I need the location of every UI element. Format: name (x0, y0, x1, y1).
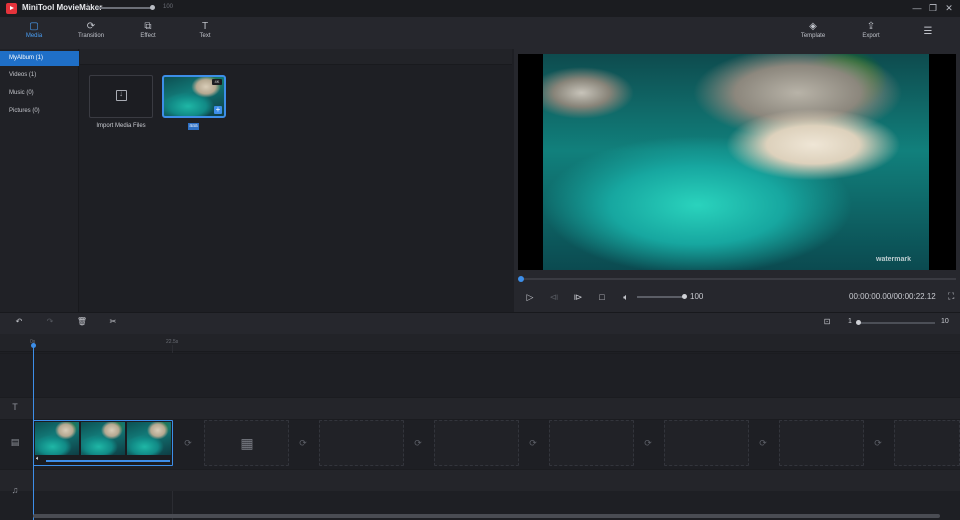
sidebar-item-pictures[interactable]: Pictures (0) (0, 104, 79, 119)
timeline-video-clip[interactable]: 🔈︎ (33, 420, 173, 466)
video-preview-image (543, 54, 929, 270)
timeline-zoom-handle[interactable] (856, 320, 861, 325)
playhead[interactable] (33, 345, 34, 520)
app-logo-icon (6, 3, 17, 14)
empty-clip-slot[interactable] (664, 420, 749, 466)
tab-transition-label: Transition (77, 33, 105, 39)
restore-button[interactable]: ❐ (926, 2, 940, 15)
sidebar-item-myalbum[interactable]: MyAlbum (1) (0, 51, 79, 66)
effect-icon: ⧉ (144, 21, 152, 32)
timecode: 00:00:00.00/00:00:22.12 (849, 292, 936, 301)
clip-frame-thumbnail (127, 422, 171, 455)
size-min-label: 1 (86, 4, 90, 10)
playback-progress-bar[interactable] (522, 278, 956, 280)
export-icon: ⇪ (866, 21, 876, 32)
sidebar-item-music[interactable]: Music (0) (0, 86, 79, 101)
thumbnail-size-handle[interactable] (150, 5, 155, 10)
stop-icon[interactable]: □ (596, 291, 608, 303)
clip-frame-thumbnail (35, 422, 79, 455)
thumbnail-size-slider[interactable] (96, 7, 152, 9)
volume-value: 100 (690, 292, 704, 301)
split-icon[interactable]: ✂ (107, 316, 119, 328)
watermark-text: watermark (876, 256, 912, 263)
template-button[interactable]: ◈ Template (790, 17, 836, 49)
video-track-icon: ▤ (10, 437, 20, 447)
previous-frame-icon[interactable]: ⧏ (548, 291, 560, 303)
play-icon[interactable]: ▷ (524, 291, 536, 303)
media-clip-thumbnail[interactable]: 4K + (162, 75, 226, 118)
text-track-icon: T (12, 402, 18, 412)
empty-clip-slot[interactable] (779, 420, 864, 466)
transition-slot-icon[interactable]: ⟳ (411, 436, 425, 450)
import-icon (116, 89, 127, 101)
timeline-toolbar (0, 312, 960, 334)
tab-text-label: Text (199, 33, 211, 39)
volume-slider[interactable] (637, 296, 685, 298)
zoom-max-label: 10 (941, 318, 949, 325)
empty-track-area (0, 353, 960, 397)
next-frame-icon[interactable]: ⧐ (572, 291, 584, 303)
close-button[interactable]: ✕ (942, 2, 956, 15)
film-placeholder-icon: ▦ (240, 435, 254, 451)
app-title: MiniTool MovieMaker (22, 3, 103, 12)
timeline-zoom-slider[interactable] (857, 322, 935, 324)
empty-clip-slot[interactable] (549, 420, 634, 466)
thumbnail-size-bar (80, 49, 512, 65)
import-media-button[interactable] (89, 75, 153, 118)
resolution-badge: 4K (212, 79, 222, 85)
export-button[interactable]: ⇪ Export (848, 17, 894, 49)
media-icon: ▢ (29, 21, 39, 32)
menu-icon: ☰ (923, 26, 933, 37)
export-label: Export (862, 33, 880, 39)
add-to-timeline-icon[interactable]: + (214, 106, 222, 114)
text-track[interactable] (0, 397, 960, 419)
music-track[interactable] (0, 469, 960, 491)
main-toolbar: ▢ Media ⟳ Transition ⧉ Effect T Text ◈ T… (0, 17, 960, 49)
import-media-label: Import Media Files (96, 123, 146, 129)
template-icon: ◈ (809, 21, 817, 32)
text-icon: T (201, 21, 209, 32)
fit-timeline-icon[interactable]: ⊡ (821, 316, 833, 328)
redo-icon[interactable]: ↷ (44, 316, 56, 328)
timeline-ruler[interactable] (0, 334, 960, 352)
template-label: Template (800, 33, 826, 39)
tab-transition[interactable]: ⟳ Transition (68, 17, 114, 49)
undo-icon[interactable]: ↶ (13, 316, 25, 328)
tab-text[interactable]: T Text (182, 17, 228, 49)
tab-media[interactable]: ▢ Media (11, 17, 57, 49)
music-track-icon: ♫ (11, 485, 19, 495)
transition-slot-icon[interactable]: ⟳ (871, 436, 885, 450)
transition-slot-icon[interactable]: ⟳ (756, 436, 770, 450)
playback-progress-handle[interactable] (518, 276, 524, 282)
transition-slot-icon[interactable]: ⟳ (181, 436, 195, 450)
tab-effect[interactable]: ⧉ Effect (125, 17, 171, 49)
playhead-handle[interactable] (31, 343, 36, 348)
zoom-min-label: 1 (848, 318, 852, 325)
empty-clip-slot[interactable] (894, 420, 960, 466)
minimize-button[interactable]: — (910, 2, 924, 15)
transition-slot-icon[interactable]: ⟳ (296, 436, 310, 450)
album-sidebar: MyAlbum (1) Videos (1) Music (0) Picture… (0, 49, 79, 312)
size-max-label: 100 (163, 4, 174, 10)
volume-icon[interactable]: 🔈︎ (620, 291, 632, 303)
transition-slot-icon[interactable]: ⟳ (641, 436, 655, 450)
tab-effect-label: Effect (140, 33, 156, 39)
clip-frame-thumbnail (81, 422, 125, 455)
media-clip-name[interactable]: aaa (188, 123, 199, 130)
clip-audio-level (46, 460, 170, 462)
empty-clip-slot[interactable] (319, 420, 404, 466)
transition-slot-icon[interactable]: ⟳ (526, 436, 540, 450)
volume-handle[interactable] (682, 294, 687, 299)
menu-button[interactable]: ☰ (905, 17, 951, 49)
transition-icon: ⟳ (86, 21, 96, 32)
timeline-scrollbar[interactable] (33, 514, 940, 518)
clip-audio-icon[interactable]: 🔈︎ (36, 456, 40, 463)
sidebar-item-videos[interactable]: Videos (1) (0, 68, 79, 83)
fullscreen-icon[interactable]: ⛶ (948, 291, 954, 302)
empty-clip-slot[interactable] (434, 420, 519, 466)
tab-media-label: Media (25, 33, 43, 39)
delete-icon[interactable]: 🗑︎ (76, 316, 88, 328)
